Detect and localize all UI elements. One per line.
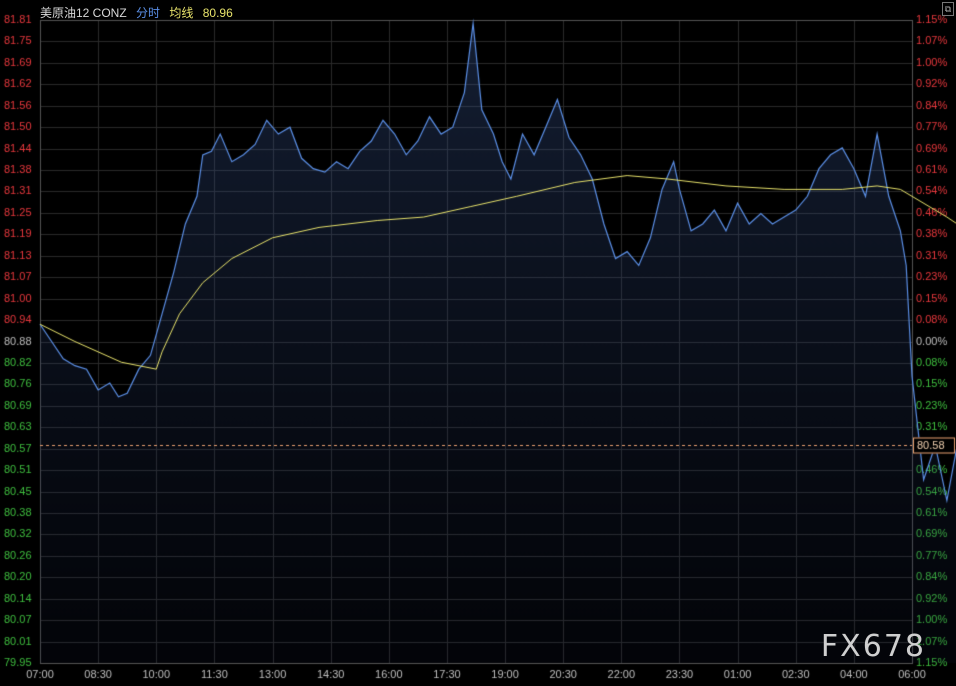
symbol-label: 美原油12 CONZ [40, 6, 127, 20]
window-restore-icon[interactable]: ⧉ [942, 2, 954, 16]
watermark-logo: FX678 [820, 629, 926, 664]
chart-header: 美原油12 CONZ 分时 均线 80.96 [40, 4, 239, 21]
intraday-price-chart[interactable] [0, 0, 956, 686]
minute-legend-label: 分时 [136, 6, 161, 20]
avg-legend-label: 均线 [169, 6, 194, 20]
avg-value: 80.96 [202, 6, 233, 20]
